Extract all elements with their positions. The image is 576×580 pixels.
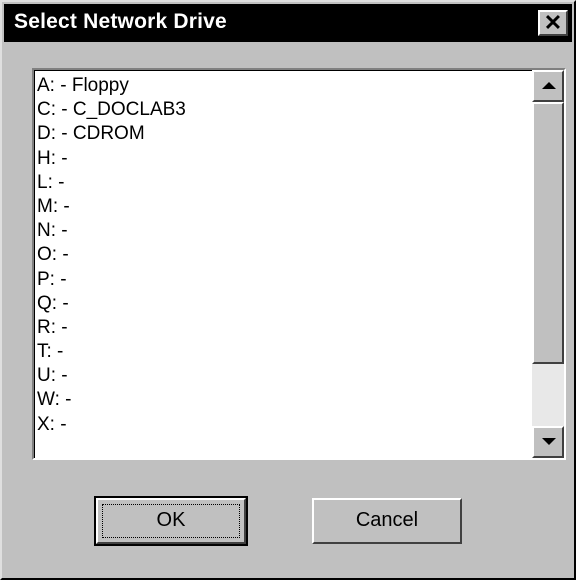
list-item[interactable]: N: - [37, 219, 532, 243]
list-item[interactable]: H: - [37, 147, 532, 171]
scrollbar-thumb[interactable] [532, 102, 564, 364]
window-title: Select Network Drive [14, 10, 227, 33]
list-item[interactable]: Q: - [37, 292, 532, 316]
list-item[interactable]: D: - CDROM [37, 122, 532, 146]
list-item[interactable]: R: - [37, 316, 532, 340]
drive-listbox[interactable]: A: - Floppy C: - C_DOCLAB3 D: - CDROM H:… [32, 68, 566, 460]
list-item[interactable]: C: - C_DOCLAB3 [37, 98, 532, 122]
list-item[interactable]: W: - [37, 388, 532, 412]
arrow-down-icon [542, 438, 556, 445]
ok-button-label: OK [156, 509, 186, 531]
list-item[interactable]: U: - [37, 364, 532, 388]
cancel-button[interactable]: Cancel [312, 498, 462, 544]
list-item[interactable]: L: - [37, 171, 532, 195]
list-item[interactable]: A: - Floppy [37, 74, 532, 98]
scroll-down-button[interactable] [532, 426, 564, 458]
list-item[interactable]: M: - [37, 195, 532, 219]
vertical-scrollbar[interactable] [532, 70, 564, 458]
arrow-up-icon [542, 82, 556, 89]
list-item[interactable]: T: - [37, 340, 532, 364]
close-button[interactable]: ✕ [538, 10, 568, 36]
cancel-button-label: Cancel [355, 509, 419, 531]
list-item[interactable]: P: - [37, 268, 532, 292]
list-item[interactable]: O: - [37, 243, 532, 267]
title-bar[interactable]: Select Network Drive ✕ [4, 4, 572, 42]
ok-button[interactable]: OK [94, 496, 248, 546]
scroll-up-button[interactable] [532, 70, 564, 102]
close-icon: ✕ [543, 10, 563, 35]
drive-list: A: - Floppy C: - C_DOCLAB3 D: - CDROM H:… [37, 74, 532, 437]
list-item[interactable]: X: - [37, 413, 532, 437]
select-network-drive-dialog: Select Network Drive ✕ A: - Floppy C: - … [0, 0, 576, 580]
